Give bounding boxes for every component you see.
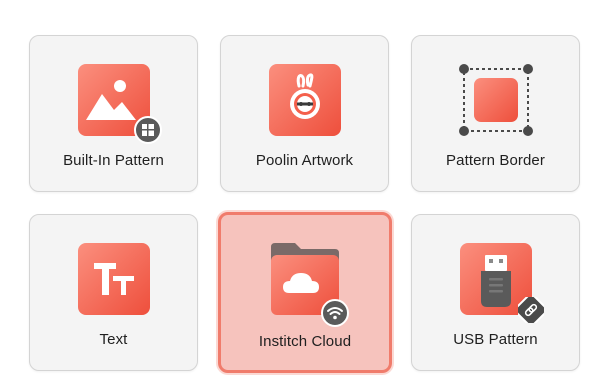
pattern-source-grid: Built-In Pattern Poolin Artwork Pattern … [0,0,596,392]
built-in-pattern-icon-group [72,64,162,148]
text-tt-icon [77,243,150,315]
tile-label: USB Pattern [453,331,538,348]
institch-cloud-tile[interactable]: Institch Cloud [218,212,392,373]
wifi-badge-icon [321,299,349,327]
poolin-logo-icon [268,64,341,136]
institch-cloud-icon-group [261,241,349,327]
link-badge-icon [517,297,544,323]
pattern-border-icon-group [454,64,538,148]
usb-pattern-tile[interactable]: USB Pattern [411,214,580,371]
pattern-border-tile[interactable]: Pattern Border [411,35,580,192]
built-in-pattern-tile[interactable]: Built-In Pattern [29,35,198,192]
tile-label: Poolin Artwork [255,152,354,169]
tile-label: Text [99,331,128,348]
border-frame-icon [458,64,533,136]
tile-label: Built-In Pattern [63,152,164,169]
tile-label: Pattern Border [446,152,545,169]
tile-label: Institch Cloud [258,333,352,350]
poolin-artwork-icon-group [263,64,347,148]
poolin-artwork-tile[interactable]: Poolin Artwork [220,35,389,192]
text-icon-group [72,243,156,327]
windows-badge-icon [133,116,162,144]
text-tile[interactable]: Text [29,214,198,371]
usb-pattern-icon-group [454,243,544,327]
